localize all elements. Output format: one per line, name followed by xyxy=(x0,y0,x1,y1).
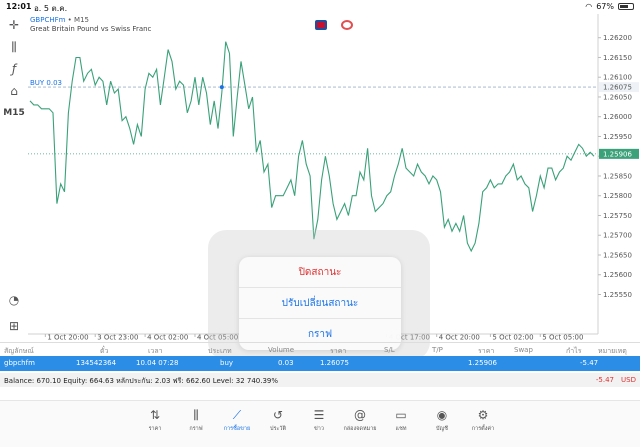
price-series-line xyxy=(29,41,595,253)
modify-position-button[interactable]: ปรับเปลี่ยนสถานะ xyxy=(239,288,401,319)
position-menu: ปิดสถานะ ปรับเปลี่ยนสถานะ กราฟ xyxy=(239,257,401,350)
x-tick-label: 5 Oct 05:00 xyxy=(542,334,583,342)
tab-chart[interactable]: ⫼ กราฟ xyxy=(179,407,213,433)
tab-chat[interactable]: ▭ แชท xyxy=(384,407,418,433)
x-tick-label: 4 Oct 02:00 xyxy=(147,334,188,342)
header-tp: T/P xyxy=(432,346,443,354)
y-tick-label: 1.25850 xyxy=(603,172,632,180)
tab-label: การซื้อขาย xyxy=(223,426,251,432)
position-row[interactable]: gbpchfm 134542364 10.04 07:28 buy 0.03 1… xyxy=(0,356,640,371)
y-tick-label: 1.26100 xyxy=(603,74,632,82)
tab-settings[interactable]: ⚙ การตั้งค่า xyxy=(466,407,500,433)
buy-level-label: BUY 0.03 xyxy=(30,79,62,87)
y-tick-label: 1.25750 xyxy=(603,212,632,220)
cell-time: 10.04 07:28 xyxy=(136,359,179,367)
tab-label: บัญชี xyxy=(436,426,448,432)
timeframe-button[interactable]: M15 xyxy=(3,104,24,122)
tab-label: แชท xyxy=(395,426,407,432)
tab-label: กล่องจดหมาย xyxy=(343,426,377,432)
entry-point-marker xyxy=(219,85,224,90)
status-time: 12:01 xyxy=(6,2,32,11)
close-position-button[interactable]: ปิดสถานะ xyxy=(239,257,401,288)
battery-fill xyxy=(620,5,629,8)
cell-volume: 0.03 xyxy=(278,359,294,367)
x-tick-label: 1 Oct 20:00 xyxy=(47,334,88,342)
current-price-label: 1.25906 xyxy=(603,150,632,158)
battery-icon xyxy=(618,3,634,10)
tab-account[interactable]: ◉ บัญชี xyxy=(425,407,459,433)
tab-label: กราฟ xyxy=(189,426,203,432)
y-tick-label: 1.26150 xyxy=(603,54,632,62)
tab-news[interactable]: ☰ ข่าว xyxy=(302,407,336,433)
cell-profit: -5.47 xyxy=(580,359,599,367)
news-icon: ☰ xyxy=(313,408,325,422)
header-swap: Swap xyxy=(514,346,533,354)
tab-quotes[interactable]: ⇅ ราคา xyxy=(138,407,172,433)
y-tick-label: 1.25700 xyxy=(603,232,632,240)
status-bar: 12:01 อ. 5 ต.ค. ◠ 67% xyxy=(0,0,640,14)
cell-type: buy xyxy=(220,359,234,367)
y-tick-label: 1.25800 xyxy=(603,192,632,200)
wifi-icon: ◠ xyxy=(585,2,593,11)
chart-type-icon[interactable]: ⫼ xyxy=(4,38,24,56)
y-tick-label: 1.25650 xyxy=(603,251,632,259)
y-tick-label: 1.26000 xyxy=(603,113,632,121)
y-tick-label: 1.25950 xyxy=(603,133,632,141)
x-tick-label: 3 Oct 23:00 xyxy=(97,334,138,342)
bottom-tab-bar: ⇅ ราคา ⫼ กราฟ ⟋ การซื้อขาย ↺ ประวัติ ☰ ข่าว @… xyxy=(0,400,640,447)
y-tick-label: 1.25600 xyxy=(603,271,632,279)
chart-toolbar: ✛ ⫼ ƒ ⌂ M15 ◔ ⊞ xyxy=(0,14,28,334)
y-tick-label: 1.26050 xyxy=(603,93,632,101)
objects-icon[interactable]: ⌂ xyxy=(4,82,24,100)
account-icon: ◉ xyxy=(436,408,448,422)
floating-profit: -5.47 xyxy=(595,376,614,384)
tab-label: ข่าว xyxy=(314,426,324,432)
balance-text: Balance: 670.10 Equity: 664.63 หลักประกั… xyxy=(4,377,279,385)
balance-bar: Balance: 670.10 Equity: 664.63 หลักประกั… xyxy=(0,373,640,387)
history-icon: ↺ xyxy=(272,408,284,422)
x-tick-label: 4 Oct 20:00 xyxy=(439,334,480,342)
quotes-icon: ⇅ xyxy=(149,408,161,422)
tab-mailbox[interactable]: @ กล่องจดหมาย xyxy=(343,407,377,433)
tab-label: การตั้งค่า xyxy=(471,426,495,432)
battery-percent: 67% xyxy=(596,2,614,11)
account-currency: USD xyxy=(621,376,636,384)
new-order-icon[interactable]: ⊞ xyxy=(4,317,24,335)
candles-icon: ⫼ xyxy=(193,408,199,422)
cell-ticket: 134542364 xyxy=(76,359,117,367)
tab-label: ประวัติ xyxy=(269,426,287,432)
header-volume: Volume xyxy=(268,346,295,354)
cell-symbol: gbpchfm xyxy=(4,359,35,367)
indicators-icon[interactable]: ƒ xyxy=(4,60,24,78)
trade-icon: ⟋ xyxy=(232,408,242,422)
settings-icon: ⚙ xyxy=(477,408,489,422)
trade-chart-icon[interactable]: ◔ xyxy=(4,291,24,309)
crosshair-icon[interactable]: ✛ xyxy=(4,16,24,34)
cell-open-price: 1.26075 xyxy=(320,359,349,367)
buy-price-label: 1.26075 xyxy=(603,84,632,92)
chat-icon: ▭ xyxy=(395,408,407,422)
header-sl: S/L xyxy=(384,346,395,354)
y-tick-label: 1.25550 xyxy=(603,291,632,299)
x-tick-label: 5 Oct 02:00 xyxy=(492,334,533,342)
tab-history[interactable]: ↺ ประวัติ xyxy=(261,407,295,433)
status-right: ◠ 67% xyxy=(585,2,634,11)
tab-label: ราคา xyxy=(148,426,162,432)
trade-table-header: สัญลักษณ์ ตั๋ว เวลา ประเภท Volume ราคา S… xyxy=(0,342,640,356)
tab-trade[interactable]: ⟋ การซื้อขาย xyxy=(220,407,254,433)
mailbox-icon: @ xyxy=(354,408,366,422)
y-tick-label: 1.26200 xyxy=(603,34,632,42)
cell-current-price: 1.25906 xyxy=(468,359,497,367)
